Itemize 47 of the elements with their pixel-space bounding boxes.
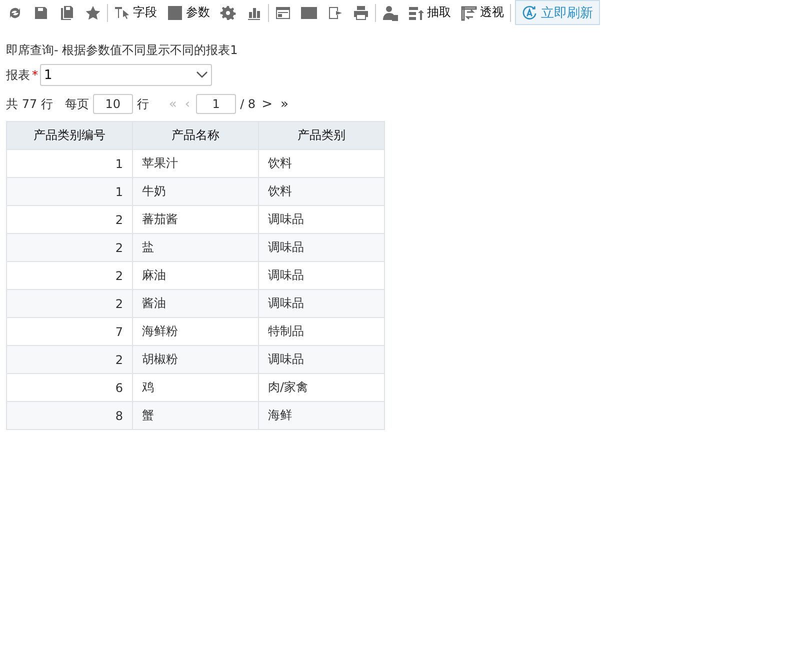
save-as-icon[interactable] [59, 4, 75, 20]
last-page-button[interactable]: » [278, 96, 290, 112]
table-cell: 2 [6, 290, 132, 318]
table-cell: 8 [6, 402, 132, 430]
extract-label[interactable]: 抽取 [427, 4, 451, 21]
report-title: 即席查询- 根据参数值不同显示不同的报表1 [6, 42, 239, 59]
next-page-button[interactable]: > [260, 96, 274, 112]
table-cell: 2 [6, 234, 132, 262]
pivot-icon[interactable] [461, 4, 477, 20]
parameter-label: 报表 [6, 66, 30, 84]
user-icon[interactable] [382, 4, 398, 20]
page-size-field[interactable]: 10 [92, 94, 133, 114]
report-select[interactable]: 1 [40, 64, 212, 86]
export-icon[interactable] [327, 4, 343, 20]
table-cell: 胡椒粉 [132, 346, 258, 374]
column-header: 产品类别编号 [6, 122, 132, 150]
total-rows: 共 77 行 [6, 96, 53, 112]
table-cell: 1 [6, 178, 132, 206]
table-cell: 蟹 [132, 402, 258, 430]
page-count: / 8 [240, 97, 256, 111]
layout-icon[interactable] [275, 4, 291, 20]
star-icon[interactable] [85, 4, 101, 20]
per-page-label: 每页 [64, 96, 89, 112]
table-cell: 饮料 [258, 178, 384, 206]
settings-icon[interactable] [220, 4, 236, 20]
rows-label: 行 [136, 96, 149, 112]
pivot-label[interactable]: 透视 [480, 4, 504, 21]
chevron-down-icon [196, 71, 208, 79]
save-icon[interactable] [33, 4, 49, 20]
table-cell: 调味品 [258, 234, 384, 262]
table-cell: 调味品 [258, 346, 384, 374]
refresh-now-icon [522, 5, 537, 20]
page-number-field[interactable]: 1 [196, 94, 236, 114]
column-cursor-icon[interactable] [114, 4, 130, 20]
fields-label[interactable]: 字段 [133, 4, 157, 21]
table-cell: 2 [6, 346, 132, 374]
parameters-label[interactable]: 参数 [186, 4, 210, 21]
column-header: 产品名称 [132, 122, 258, 150]
print-icon[interactable] [353, 4, 369, 20]
table-cell: 盐 [132, 234, 258, 262]
table-cell: 调味品 [258, 290, 384, 318]
table-cell: 海鲜 [258, 402, 384, 430]
extract-icon[interactable] [408, 4, 424, 20]
table-cell: 酱油 [132, 290, 258, 318]
column-header: 产品类别 [258, 122, 384, 150]
required-mark: * [32, 68, 38, 82]
table-cell: 牛奶 [132, 178, 258, 206]
